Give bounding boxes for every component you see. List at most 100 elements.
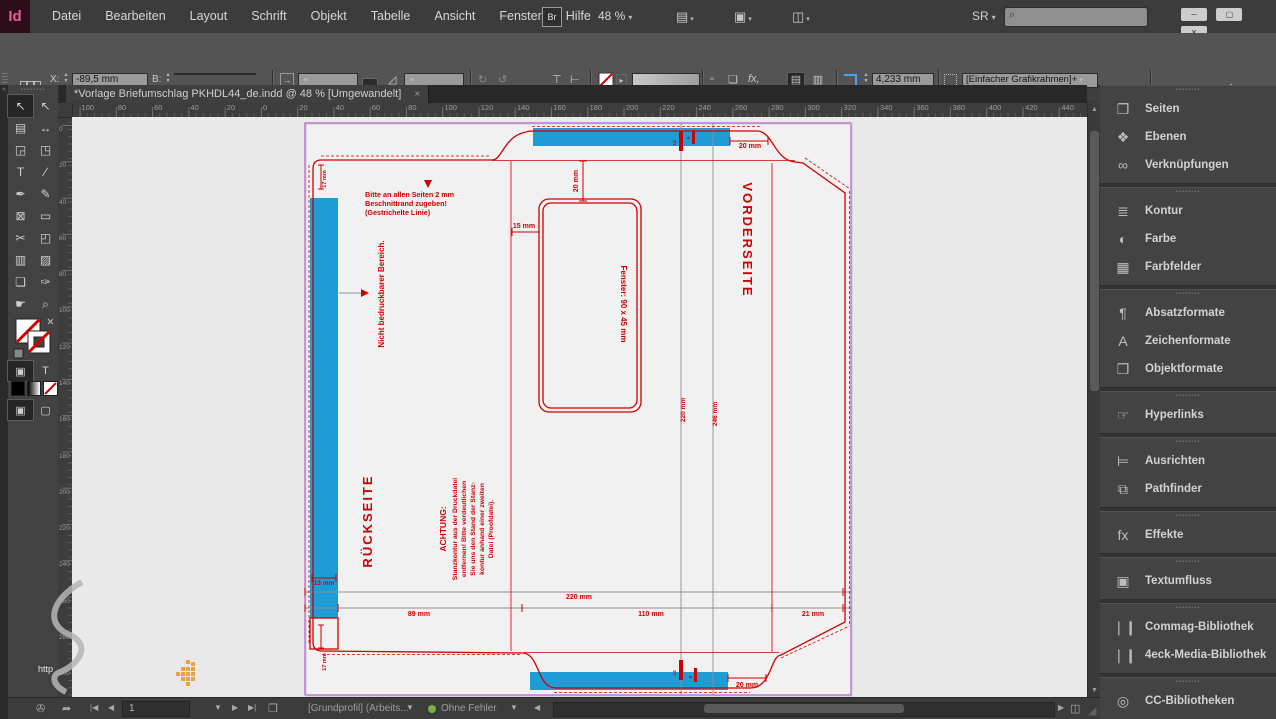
zoom-level-dropdown[interactable]: 48 % xyxy=(598,9,632,23)
vertical-scroll-thumb[interactable] xyxy=(1090,131,1099,391)
menu-layout[interactable]: Layout xyxy=(178,0,240,33)
zoom-tool[interactable]: ⌕ xyxy=(33,293,58,315)
corner-effect-icon[interactable]: ▫ xyxy=(710,73,714,85)
horizontal-ruler[interactable]: 1008060402002040608010012014016018020022… xyxy=(58,103,1087,118)
panel-group-grip[interactable]: ▪▪▪▪▪▪▪▪ xyxy=(1100,558,1276,567)
panel-group-grip[interactable]: ▪▪▪▪▪▪▪▪ xyxy=(1100,86,1276,95)
selection-tool[interactable]: ↖ xyxy=(8,95,33,117)
error-dropdown-icon[interactable]: ▼ xyxy=(510,703,518,712)
spread-view-icon[interactable]: ◫ xyxy=(1070,702,1080,715)
panel-item-kontur[interactable]: ≣Kontur xyxy=(1100,197,1276,225)
last-page-button[interactable]: ▶| xyxy=(248,703,256,712)
panel-item-absatzformate[interactable]: ¶Absatzformate xyxy=(1100,299,1276,327)
x-stepper[interactable]: ▲▼ xyxy=(62,73,70,84)
panel-item-zeichenformate[interactable]: AZeichenformate xyxy=(1100,327,1276,355)
fill-stroke-proxy[interactable] xyxy=(8,315,58,361)
formatting-affects-container[interactable]: ▣ xyxy=(8,361,33,381)
page-list-dropdown-icon[interactable]: ▼ xyxy=(214,703,222,712)
menu-objekt[interactable]: Objekt xyxy=(299,0,359,33)
vertical-scrollbar[interactable]: ▲ ▼ xyxy=(1087,103,1101,697)
preflight-icon[interactable]: ✇ xyxy=(36,702,45,715)
panel-group-grip[interactable]: ▪▪▪▪▪▪▪▪ xyxy=(1100,604,1276,613)
note-tool[interactable]: ❏ xyxy=(8,271,33,293)
panel-item-textumfluss[interactable]: ▣Textumfluss xyxy=(1100,567,1276,595)
apply-gradient-button[interactable] xyxy=(27,381,41,396)
panel-item-farbfelder[interactable]: ▦Farbfelder xyxy=(1100,253,1276,281)
next-page-button[interactable]: ▶ xyxy=(232,703,238,712)
page-number-field[interactable]: 1 xyxy=(122,701,190,717)
horizontal-scrollbar[interactable] xyxy=(553,702,1055,717)
panel-item-seiten[interactable]: ❐Seiten xyxy=(1100,95,1276,123)
dock-collapse-strip[interactable]: « xyxy=(0,85,8,719)
panel-item-effekte[interactable]: fxEffekte xyxy=(1100,521,1276,549)
menu-schrift[interactable]: Schrift xyxy=(239,0,298,33)
profile-dropdown-icon[interactable]: ▼ xyxy=(406,703,414,712)
formatting-affects-text[interactable]: T xyxy=(33,361,58,381)
search-input[interactable] xyxy=(1023,8,1145,26)
gap-tool[interactable]: ↔ xyxy=(33,117,58,139)
workspace-switcher[interactable]: SR xyxy=(972,9,996,23)
maximize-button[interactable]: ▢ xyxy=(1216,8,1242,21)
gradient-tool[interactable]: ▥ xyxy=(8,249,33,271)
scroll-right-icon[interactable]: ▶ xyxy=(1058,703,1064,712)
panel-item-farbe[interactable]: ◐Farbe xyxy=(1100,225,1276,253)
panel-group-grip[interactable]: ▪▪▪▪▪▪▪▪ xyxy=(1100,392,1276,401)
search-box[interactable]: ⌕ xyxy=(1004,7,1148,27)
rectangle-tool[interactable]: ▭ xyxy=(33,205,58,227)
corner-radius-stepper[interactable]: ▲▼ xyxy=(862,73,870,84)
view-options-button[interactable]: ▤ xyxy=(676,9,694,25)
preview-view-mode[interactable]: ▢ xyxy=(33,400,58,420)
apply-color-button[interactable] xyxy=(11,381,25,396)
panel-item-commag-bibliothek[interactable]: ❘❙Commag-Bibliothek xyxy=(1100,613,1276,641)
page-tool[interactable]: ▤ xyxy=(8,117,33,139)
resize-grip-icon[interactable]: ◢ xyxy=(1088,704,1096,717)
panel-group-grip[interactable]: ▪▪▪▪▪▪▪▪ xyxy=(1100,438,1276,447)
panel-item-4eck-media-bibliothek[interactable]: ❘❙4eck-Media-Bibliothek xyxy=(1100,641,1276,669)
scissors-tool[interactable]: ✂ xyxy=(8,227,33,249)
menu-tabelle[interactable]: Tabelle xyxy=(359,0,423,33)
ruler-origin-corner[interactable] xyxy=(58,103,73,118)
horizontal-scroll-thumb[interactable] xyxy=(704,704,904,713)
panel-item-objektformate[interactable]: ❒Objektformate xyxy=(1100,355,1276,383)
first-page-button[interactable]: |◀ xyxy=(90,703,98,712)
menu-ansicht[interactable]: Ansicht xyxy=(422,0,487,33)
minimize-button[interactable]: ─ xyxy=(1181,8,1207,21)
document-tab[interactable]: *Vorlage Briefumschlag PKHDL44_de.indd @… xyxy=(66,85,429,103)
eyedropper-tool[interactable]: ✑ xyxy=(33,271,58,293)
panel-group-grip[interactable]: ▪▪▪▪▪▪▪▪ xyxy=(1100,290,1276,299)
gradient-feather-tool[interactable]: ▨ xyxy=(33,249,58,271)
prev-page-button[interactable]: ◀ xyxy=(108,703,114,712)
screen-mode-button[interactable]: ▣ xyxy=(734,9,752,25)
menu-bearbeiten[interactable]: Bearbeiten xyxy=(93,0,177,33)
apply-none-button[interactable] xyxy=(43,381,58,396)
frame-tool[interactable]: ⊠ xyxy=(8,205,33,227)
free-transform-tool[interactable]: ◰ xyxy=(33,227,58,249)
bridge-button[interactable]: Br xyxy=(542,7,562,27)
menu-datei[interactable]: Datei xyxy=(40,0,93,33)
panel-item-ausrichten[interactable]: ⊨Ausrichten xyxy=(1100,447,1276,475)
scroll-up-icon[interactable]: ▲ xyxy=(1091,106,1098,113)
line-tool[interactable]: ∕ xyxy=(33,161,58,183)
preflight-profile-dropdown[interactable]: [Grundprofil] (Arbeits... xyxy=(308,701,409,717)
panel-item-cc-bibliotheken[interactable]: ◎CC-Bibliotheken xyxy=(1100,687,1276,715)
tab-close-icon[interactable]: × xyxy=(414,89,420,100)
width-field[interactable] xyxy=(174,73,256,75)
document-canvas[interactable]: Bitte an allen Seiten 2 mm Beschnittrand… xyxy=(72,117,1087,697)
normal-view-mode[interactable]: ▣ xyxy=(8,400,33,420)
export-icon[interactable]: ➦ xyxy=(62,702,71,715)
effects-menu-button[interactable]: fx, xyxy=(748,73,760,85)
pen-tool[interactable]: ✒ xyxy=(8,183,33,205)
width-stepper[interactable]: ▲▼ xyxy=(164,73,172,84)
panel-group-grip[interactable]: ▪▪▪▪▪▪▪▪ xyxy=(1100,678,1276,687)
panel-group-grip[interactable]: ▪▪▪▪▪▪▪▪ xyxy=(1100,188,1276,197)
swap-fill-stroke-icon[interactable] xyxy=(48,319,53,324)
scroll-left-icon[interactable]: ◀ xyxy=(534,703,540,712)
arrange-documents-button[interactable]: ◫ xyxy=(792,9,810,25)
tools-panel-grip[interactable]: ▪▪▪▪▪▪▪▪ xyxy=(8,85,58,95)
panel-item-hyperlinks[interactable]: ☞Hyperlinks xyxy=(1100,401,1276,429)
default-fill-stroke-icon[interactable] xyxy=(14,349,23,358)
panel-item-verknuepfungen[interactable]: ∞Verknüpfungen xyxy=(1100,151,1276,179)
content-placer-tool[interactable]: ◳ xyxy=(33,139,58,161)
panel-item-pathfinder[interactable]: ⧉Pathfinder xyxy=(1100,475,1276,503)
direct-selection-tool[interactable]: ↖ xyxy=(33,95,58,117)
